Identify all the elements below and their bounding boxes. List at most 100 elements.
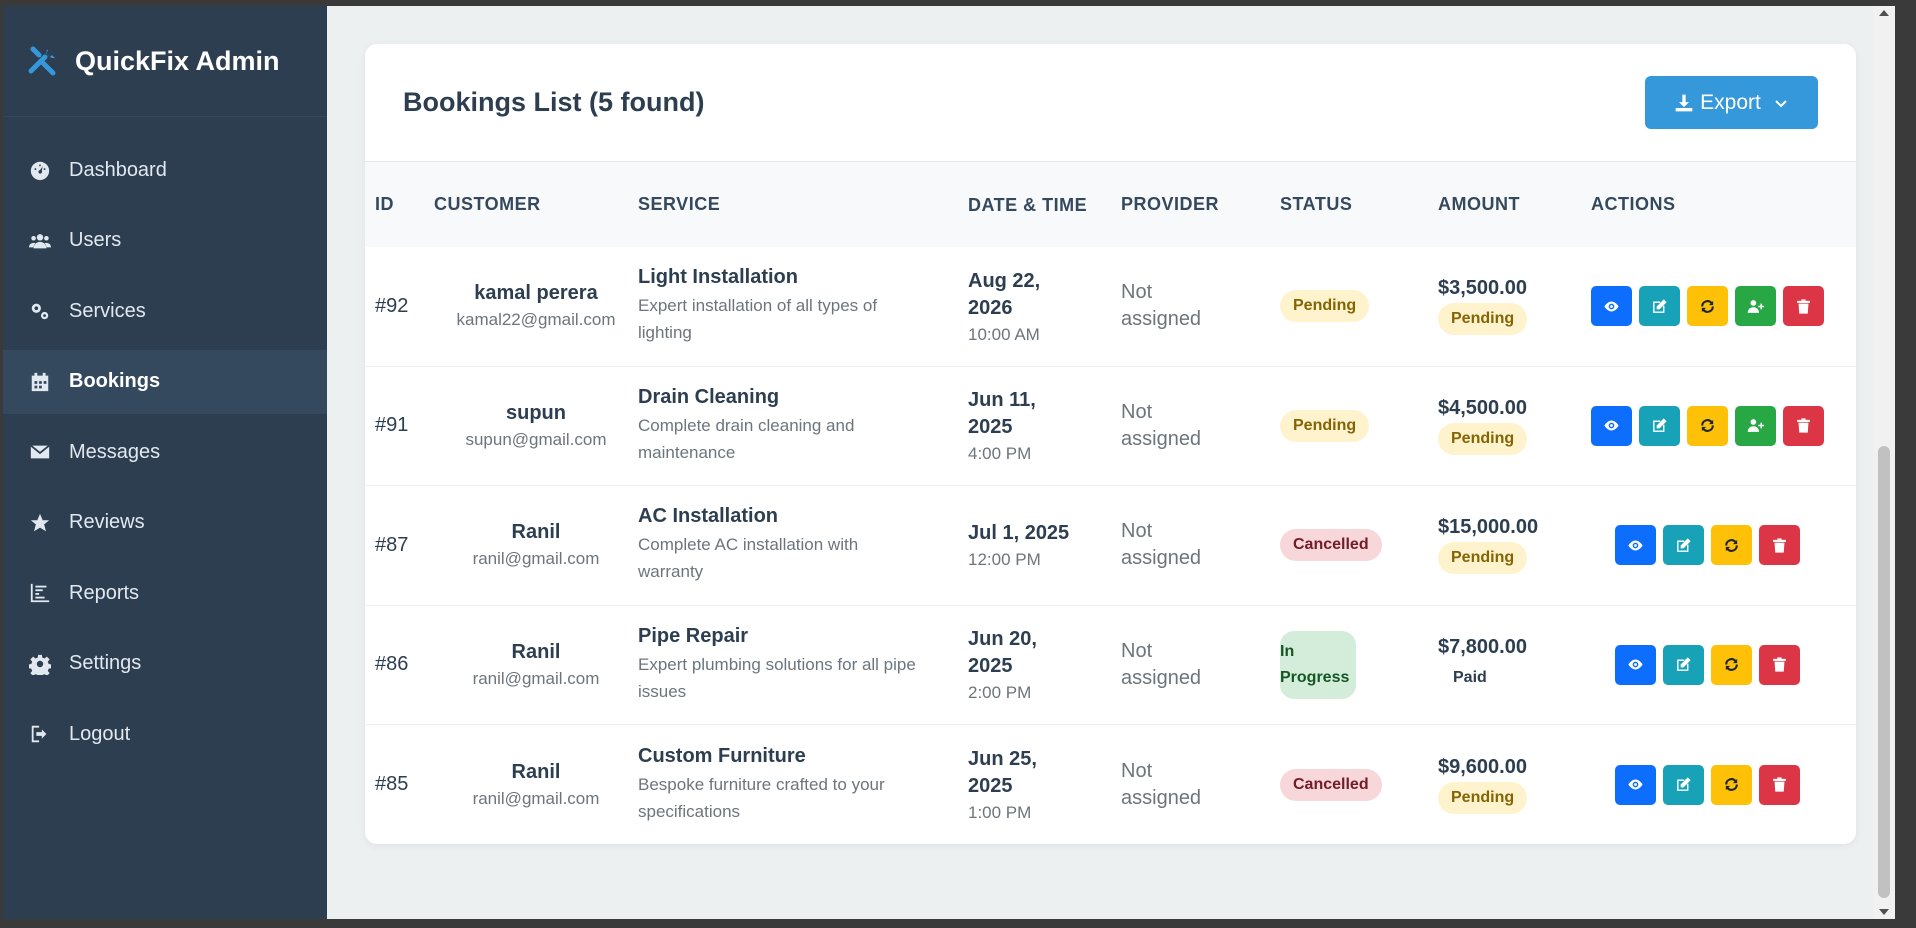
- change-status-button[interactable]: [1687, 405, 1728, 446]
- service-description: Expert installation of all types of ligh…: [638, 296, 878, 343]
- view-button[interactable]: [1615, 764, 1656, 805]
- scroll-down-arrow[interactable]: [1879, 909, 1889, 915]
- assign-provider-button[interactable]: [1735, 405, 1776, 446]
- booking-id: #85: [375, 773, 409, 796]
- column-header-actions: ACTIONS: [1591, 194, 1676, 214]
- speedometer-icon: [30, 161, 50, 181]
- delete-button[interactable]: [1783, 405, 1824, 446]
- edit-button[interactable]: [1663, 525, 1704, 566]
- payment-badge: Pending: [1438, 303, 1528, 336]
- amount-value: $4,500.00: [1438, 396, 1527, 419]
- booking-time: 10:00 AM: [968, 324, 1040, 344]
- sidebar-item-reports[interactable]: Reports: [3, 561, 327, 625]
- payment-badge: Paid: [1453, 668, 1487, 686]
- amount-value: $9,600.00: [1438, 755, 1527, 778]
- edit-button[interactable]: [1663, 764, 1704, 805]
- amount-cell: $4,500.00 Pending: [1438, 397, 1591, 455]
- column-header-id[interactable]: ID: [365, 194, 434, 215]
- edit-button[interactable]: [1639, 286, 1680, 327]
- booking-date: Aug 22, 2026: [968, 269, 1041, 319]
- column-header-provider[interactable]: PROVIDER: [1121, 194, 1280, 215]
- column-header-amount[interactable]: AMOUNT: [1438, 194, 1591, 215]
- sidebar-item-label: Reports: [69, 581, 140, 604]
- edit-icon: [1677, 657, 1691, 672]
- customer-cell: kamal perera kamal22@gmail.com: [434, 282, 638, 330]
- delete-button[interactable]: [1759, 644, 1800, 685]
- amount-value: $7,800.00: [1438, 635, 1527, 658]
- table-row: #85 Ranil ranil@gmail.com Custom Furnitu…: [365, 725, 1856, 844]
- tools-icon: [28, 46, 56, 76]
- booking-date: Jun 11, 2025: [968, 389, 1036, 439]
- trash-icon: [1773, 657, 1786, 672]
- delete-button[interactable]: [1783, 286, 1824, 327]
- service-cell: AC Installation Complete AC installation…: [638, 505, 968, 585]
- refresh-icon: [1701, 419, 1714, 433]
- brand[interactable]: QuickFix Admin: [3, 6, 327, 117]
- sidebar-item-logout[interactable]: Logout: [3, 702, 327, 766]
- chevron-down-icon: [1775, 99, 1787, 107]
- sidebar-item-dashboard[interactable]: Dashboard: [3, 138, 327, 202]
- edit-icon: [1653, 299, 1667, 313]
- column-header-status[interactable]: STATUS: [1280, 194, 1438, 215]
- view-button[interactable]: [1615, 644, 1656, 685]
- customer-email: ranil@gmail.com: [472, 549, 600, 569]
- trash-icon: [1797, 418, 1810, 433]
- sidebar-item-settings[interactable]: Settings: [3, 632, 327, 696]
- calendar-icon: [31, 372, 49, 391]
- delete-button[interactable]: [1759, 525, 1800, 566]
- customer-name: Ranil: [511, 521, 561, 544]
- page-title: Bookings List (5 found): [403, 87, 705, 117]
- scroll-up-arrow[interactable]: [1879, 10, 1889, 16]
- sidebar-item-services[interactable]: Services: [3, 279, 327, 343]
- sidebar-item-label: Users: [69, 229, 122, 251]
- eye-icon: [1604, 420, 1619, 431]
- column-header-date[interactable]: DATE & TIME: [968, 193, 1088, 217]
- status-cell: Pending: [1280, 290, 1438, 323]
- service-description: Complete AC installation with warranty: [638, 535, 859, 582]
- eye-icon: [1628, 540, 1643, 551]
- sidebar-item-bookings[interactable]: Bookings: [3, 349, 327, 414]
- delete-button[interactable]: [1759, 764, 1800, 805]
- row-actions: [1591, 286, 1856, 327]
- change-status-button[interactable]: [1711, 525, 1752, 566]
- customer-name: kamal perera: [474, 282, 598, 305]
- vertical-scrollbar[interactable]: [1873, 6, 1895, 919]
- service-description: Bespoke furniture crafted to your specif…: [638, 774, 885, 821]
- row-actions: [1591, 764, 1856, 805]
- eye-icon: [1604, 301, 1619, 312]
- sidebar-item-label: Bookings: [69, 370, 161, 392]
- export-button[interactable]: Export: [1645, 76, 1818, 129]
- service-cell: Pipe Repair Expert plumbing solutions fo…: [638, 625, 968, 705]
- column-header-customer[interactable]: CUSTOMER: [434, 194, 638, 215]
- service-name: AC Installation: [638, 505, 779, 528]
- column-header-service[interactable]: SERVICE: [638, 194, 968, 215]
- view-button[interactable]: [1615, 525, 1656, 566]
- payment-badge: Pending: [1438, 781, 1528, 814]
- service-cell: Custom Furniture Bespoke furniture craft…: [638, 745, 968, 825]
- sidebar-item-reviews[interactable]: Reviews: [3, 491, 327, 555]
- sidebar-item-label: Settings: [69, 652, 142, 674]
- change-status-button[interactable]: [1711, 764, 1752, 805]
- sidebar-item-messages[interactable]: Messages: [3, 420, 327, 484]
- table-body: #92 kamal perera kamal22@gmail.com Light…: [365, 247, 1856, 844]
- change-status-button[interactable]: [1711, 644, 1752, 685]
- scroll-thumb[interactable]: [1878, 446, 1890, 898]
- table-row: #92 kamal perera kamal22@gmail.com Light…: [365, 247, 1856, 367]
- edit-icon: [1677, 777, 1691, 792]
- trash-icon: [1773, 777, 1786, 792]
- view-button[interactable]: [1591, 286, 1632, 327]
- view-button[interactable]: [1591, 405, 1632, 446]
- booking-date: Jun 25, 2025: [968, 748, 1037, 798]
- edit-button[interactable]: [1639, 405, 1680, 446]
- assign-provider-button[interactable]: [1735, 286, 1776, 327]
- refresh-icon: [1725, 538, 1738, 552]
- customer-email: ranil@gmail.com: [472, 668, 600, 688]
- sidebar-item-users[interactable]: Users: [3, 209, 327, 273]
- booking-time: 2:00 PM: [968, 683, 1032, 703]
- change-status-button[interactable]: [1687, 286, 1728, 327]
- booking-time: 12:00 PM: [968, 550, 1041, 570]
- status-badge: Cancelled: [1280, 768, 1382, 801]
- provider-name: Not assigned: [1121, 400, 1202, 450]
- edit-button[interactable]: [1663, 644, 1704, 685]
- app-window: QuickFix Admin Dashboard Users Services …: [3, 6, 1895, 919]
